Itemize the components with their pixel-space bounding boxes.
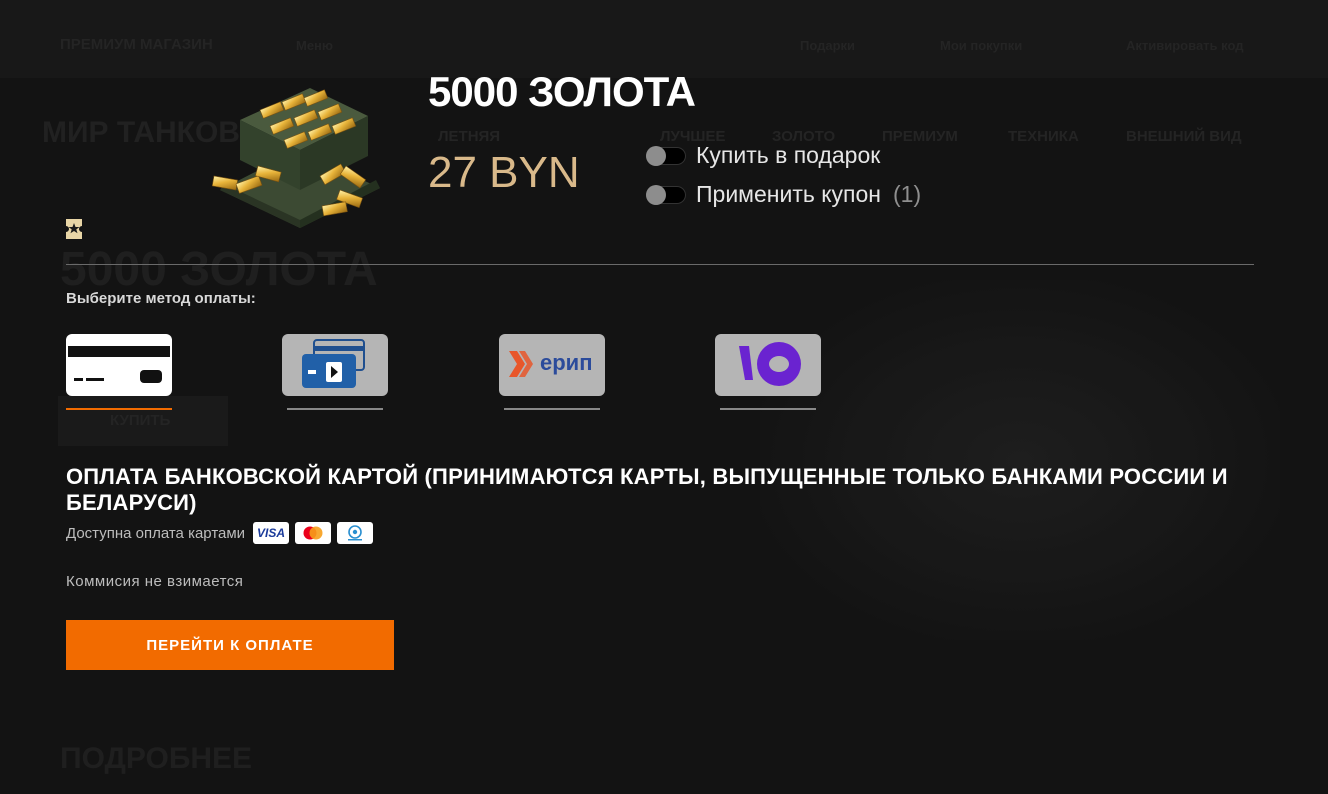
payment-method-ewallet[interactable]: [282, 334, 388, 396]
toggle-knob: [646, 145, 666, 166]
payment-method-yoomoney[interactable]: [715, 334, 821, 396]
payment-method-erip[interactable]: ерип: [499, 334, 605, 396]
toggle-knob: [646, 184, 666, 205]
commission-note: Коммисия не взимается: [66, 573, 244, 590]
payment-method-underline: [720, 408, 816, 410]
coupon-option[interactable]: Применить купон (1): [646, 181, 921, 208]
product-title: 5000 ЗОЛОТА: [428, 68, 696, 115]
payment-method-underline: [504, 408, 600, 410]
payment-method-underline: [66, 408, 172, 410]
gold-crate-image: [200, 80, 396, 230]
mastercard-logo: [295, 522, 332, 544]
visa-logo: VISA: [253, 522, 290, 544]
coupon-label: Применить купон: [696, 181, 881, 207]
yoomoney-logo-icon: [739, 342, 801, 386]
divider: [66, 264, 1254, 265]
belkart-icon: [348, 525, 363, 541]
payment-method-underline: [287, 408, 383, 410]
proceed-to-payment-button[interactable]: ПЕРЕЙТИ К ОПЛАТЕ: [66, 620, 394, 670]
bank-card-icon: [68, 346, 170, 383]
ticket-icon: [65, 218, 83, 240]
accepted-cards-label: Доступна оплата картами: [66, 524, 246, 542]
accepted-cards-row: Доступна оплата картами VISA: [66, 522, 374, 544]
erip-logo-text: ерип: [540, 350, 593, 375]
payment-method-prompt: Выберите метод оплаты:: [66, 290, 256, 307]
wallet-card-icon: [302, 339, 365, 388]
visa-logo-text: VISA: [257, 526, 286, 540]
payment-section-title: ОПЛАТА БАНКОВСКОЙ КАРТОЙ (ПРИНИМАЮТСЯ КА…: [66, 464, 1228, 515]
gift-toggle[interactable]: [646, 145, 686, 166]
product-price: 27 BYN: [428, 148, 580, 197]
gift-option[interactable]: Купить в подарок: [646, 142, 880, 169]
payment-method-bank-card[interactable]: [66, 334, 172, 396]
coupon-count: (1): [893, 181, 922, 207]
mastercard-icon: [303, 526, 323, 540]
gift-label: Купить в подарок: [696, 142, 881, 168]
coupon-toggle[interactable]: [646, 184, 686, 205]
belkart-logo: [337, 522, 374, 544]
